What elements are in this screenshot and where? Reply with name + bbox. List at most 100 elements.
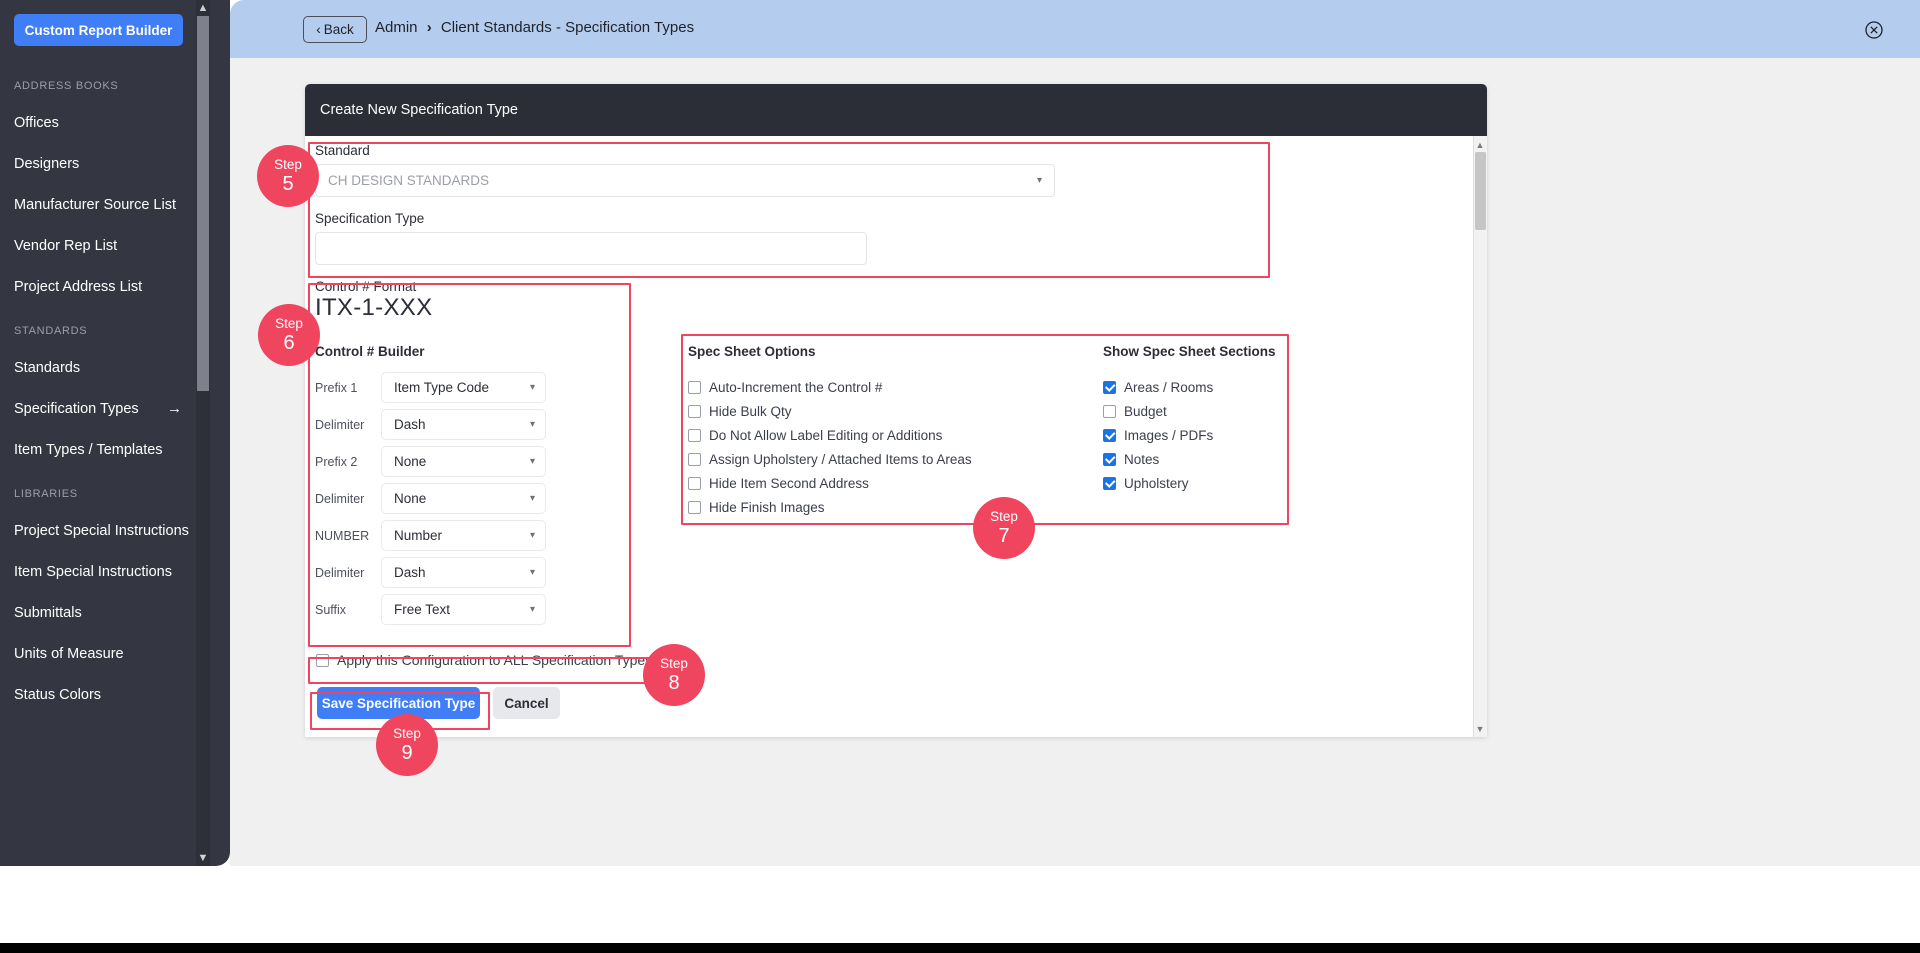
sidebar-item-project-address-list[interactable]: Project Address List [0, 266, 196, 307]
apply-all-checkbox[interactable] [316, 653, 329, 667]
builder-select-prefix-1[interactable]: Item Type Code ▾ [381, 372, 546, 403]
close-icon[interactable] [1865, 21, 1883, 39]
custom-report-builder-button[interactable]: Custom Report Builder [14, 14, 183, 46]
chevron-down-icon: ▾ [529, 492, 535, 504]
chevron-down-icon: ▾ [529, 603, 535, 615]
spec-option-row[interactable]: Auto-Increment the Control # [688, 375, 972, 399]
card-scroll-up-icon[interactable]: ▲ [1474, 138, 1486, 152]
sidebar-item-offices[interactable]: Offices [0, 102, 196, 143]
sidebar-scroll-down-icon[interactable]: ▼ [197, 850, 209, 866]
spec-option-checkbox[interactable] [688, 428, 701, 442]
sidebar-item-designers[interactable]: Designers [0, 143, 196, 184]
show-section-row[interactable]: Upholstery [1103, 471, 1213, 495]
step-badge-7-number: 7 [998, 524, 1010, 547]
control-format-label: Control # Format [315, 279, 417, 294]
sidebar-item-label: Offices [14, 114, 59, 131]
builder-row: Delimiter None ▾ [315, 480, 546, 517]
spec-option-row[interactable]: Assign Upholstery / Attached Items to Ar… [688, 447, 972, 471]
apply-all-row[interactable]: Apply this Configuration to ALL Specific… [316, 652, 652, 668]
sidebar-item-manufacturer-source-list[interactable]: Manufacturer Source List [0, 184, 196, 225]
spec-option-checkbox[interactable] [688, 380, 701, 394]
step-badge-6-word: Step [275, 316, 303, 332]
sidebar-item-project-special-instructions[interactable]: Project Special Instructions [0, 510, 196, 551]
sidebar-item-standards[interactable]: Standards [0, 347, 196, 388]
arrow-right-icon: → [167, 400, 182, 417]
chevron-down-icon: ▾ [529, 566, 535, 578]
show-sections-list: Areas / Rooms Budget Images / PDFs Notes Uph… [1103, 375, 1213, 495]
back-button-label: Back [323, 22, 354, 37]
breadcrumb-separator-icon: › [426, 19, 432, 36]
builder-row-label: Suffix [315, 602, 347, 617]
sidebar-item-item-types-templates[interactable]: Item Types / Templates [0, 429, 196, 470]
show-section-label: Budget [1124, 403, 1167, 419]
sidebar-item-specification-types[interactable]: Specification Types → [0, 388, 196, 429]
show-section-checkbox[interactable] [1103, 404, 1116, 418]
sidebar-item-label: Status Colors [14, 686, 102, 703]
builder-row: Suffix Free Text ▾ [315, 591, 546, 628]
show-section-checkbox[interactable] [1103, 428, 1116, 442]
step-badge-7-word: Step [990, 509, 1018, 525]
show-sections-title: Show Spec Sheet Sections [1103, 344, 1276, 359]
spec-option-row[interactable]: Hide Finish Images [688, 495, 972, 519]
step-badge-8-word: Step [660, 656, 688, 672]
show-section-row[interactable]: Images / PDFs [1103, 423, 1213, 447]
breadcrumb-root[interactable]: Admin [375, 19, 418, 36]
spec-option-row[interactable]: Do Not Allow Label Editing or Additions [688, 423, 972, 447]
sidebar-item-vendor-rep-list[interactable]: Vendor Rep List [0, 225, 196, 266]
sidebar-item-units-of-measure[interactable]: Units of Measure [0, 633, 196, 674]
sidebar-nav: ADDRESS BOOKS Offices Designers Manufacture… [0, 62, 196, 715]
spec-option-row[interactable]: Hide Item Second Address [688, 471, 972, 495]
spec-option-row[interactable]: Hide Bulk Qty [688, 399, 972, 423]
standard-label: Standard [315, 143, 370, 158]
sidebar-item-submittals[interactable]: Submittals [0, 592, 196, 633]
show-section-row[interactable]: Budget [1103, 399, 1213, 423]
sidebar-item-label: Item Special Instructions [14, 563, 172, 580]
standard-select[interactable]: CH DESIGN STANDARDS ▾ [315, 164, 1055, 197]
spec-option-checkbox[interactable] [688, 452, 701, 466]
sidebar-item-label: Vendor Rep List [14, 237, 118, 254]
spec-sheet-options-list: Auto-Increment the Control # Hide Bulk Qt… [688, 375, 972, 519]
builder-select-value: None [394, 454, 427, 469]
spec-option-label: Hide Finish Images [709, 499, 825, 515]
show-section-checkbox[interactable] [1103, 380, 1116, 394]
sidebar-scroll-up-icon[interactable]: ▲ [197, 0, 209, 16]
sidebar-item-label: Item Types / Templates [14, 441, 163, 458]
breadcrumb-current: Client Standards - Specification Types [440, 19, 695, 36]
step-badge-8: Step 8 [643, 644, 705, 706]
step-badge-5-word: Step [274, 157, 302, 173]
builder-select-delimiter[interactable]: None ▾ [381, 483, 546, 514]
builder-row-label: Prefix 1 [315, 380, 358, 395]
spec-option-checkbox[interactable] [688, 500, 701, 514]
control-format-value: ITX-1-XXX [315, 294, 433, 321]
specification-type-input[interactable] [315, 232, 867, 265]
builder-row: Delimiter Dash ▾ [315, 554, 546, 591]
card-scrollbar-thumb[interactable] [1475, 152, 1486, 230]
sidebar-item-label: Manufacturer Source List [14, 196, 176, 213]
sidebar-item-status-colors[interactable]: Status Colors [0, 674, 196, 715]
show-section-checkbox[interactable] [1103, 476, 1116, 490]
back-button[interactable]: ‹ Back [303, 16, 367, 43]
sidebar-scrollbar-thumb[interactable] [197, 16, 209, 391]
builder-select-number[interactable]: Number ▾ [381, 520, 546, 551]
spec-option-label: Do Not Allow Label Editing or Additions [709, 427, 943, 443]
show-section-row[interactable]: Areas / Rooms [1103, 375, 1213, 399]
sidebar-item-item-special-instructions[interactable]: Item Special Instructions [0, 551, 196, 592]
cancel-button[interactable]: Cancel [493, 687, 560, 719]
spec-option-label: Hide Bulk Qty [709, 403, 792, 419]
card-title: Create New Specification Type [305, 84, 1487, 136]
builder-select-value: Number [394, 528, 443, 543]
builder-select-suffix[interactable]: Free Text ▾ [381, 594, 546, 625]
show-section-checkbox[interactable] [1103, 452, 1116, 466]
builder-select-delimiter[interactable]: Dash ▾ [381, 557, 546, 588]
spec-option-checkbox[interactable] [688, 404, 701, 418]
builder-select-prefix-2[interactable]: None ▾ [381, 446, 546, 477]
builder-select-delimiter[interactable]: Dash ▾ [381, 409, 546, 440]
chevron-down-icon: ▾ [529, 381, 535, 393]
sidebar-item-label: Project Address List [14, 278, 143, 295]
chevron-down-icon: ▾ [529, 455, 535, 467]
step-badge-5-number: 5 [282, 172, 294, 195]
show-section-row[interactable]: Notes [1103, 447, 1213, 471]
spec-option-checkbox[interactable] [688, 476, 701, 490]
back-chevron-icon: ‹ [316, 22, 321, 37]
card-scroll-down-icon[interactable]: ▼ [1474, 722, 1486, 736]
